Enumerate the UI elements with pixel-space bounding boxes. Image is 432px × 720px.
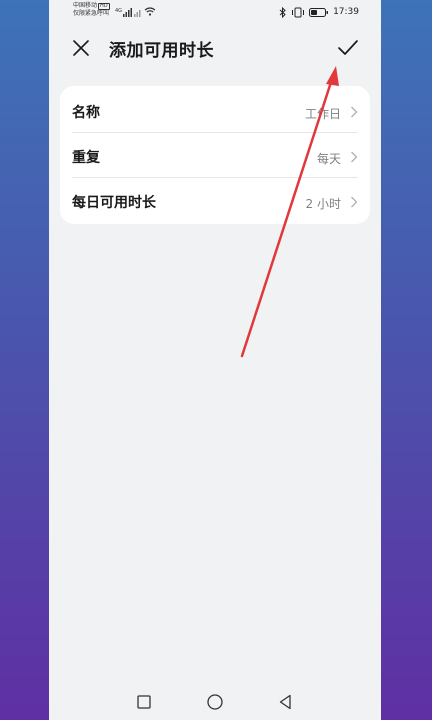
confirm-button[interactable] <box>337 38 359 58</box>
setting-row-repeat[interactable]: 重复 每天 <box>60 133 370 178</box>
vibrate-icon <box>292 7 305 17</box>
bluetooth-icon <box>279 6 286 18</box>
circle-icon <box>207 694 223 710</box>
signal-wifi-icon: 4G <box>115 7 156 17</box>
header-bar: 添加可用时长 <box>49 28 381 68</box>
phone-screen: 中国移动 HD 仅限紧急呼叫 4G 17:39 添加可用时长 名称 工作日 重复… <box>49 0 381 720</box>
emergency-only-label: 仅限紧急呼叫 <box>73 10 110 17</box>
network-type-label: 4G <box>115 8 122 14</box>
setting-value: 工作日 <box>304 107 341 121</box>
page-title: 添加可用时长 <box>109 41 214 61</box>
carrier-name: 中国移动 <box>73 2 98 9</box>
close-icon <box>73 40 89 56</box>
back-button[interactable] <box>276 692 296 712</box>
square-icon <box>137 695 151 709</box>
battery-icon <box>309 7 329 17</box>
setting-row-daily-duration[interactable]: 每日可用时长 2 小时 <box>60 178 370 223</box>
chevron-right-icon <box>351 196 358 208</box>
check-icon <box>338 40 358 55</box>
carrier-info: 中国移动 HD 仅限紧急呼叫 <box>73 2 110 18</box>
status-right-icons: 17:39 <box>279 5 359 19</box>
setting-label: 名称 <box>72 105 100 121</box>
signal-icons: 4G <box>115 4 165 18</box>
settings-card: 名称 工作日 重复 每天 每日可用时长 2 小时 <box>60 86 370 224</box>
chevron-right-icon <box>351 106 358 118</box>
recent-apps-button[interactable] <box>134 692 154 712</box>
system-nav-bar <box>49 686 381 718</box>
setting-label: 重复 <box>72 150 100 166</box>
status-time: 17:39 <box>333 7 359 17</box>
setting-row-name[interactable]: 名称 工作日 <box>60 88 370 133</box>
home-button[interactable] <box>205 692 225 712</box>
hd-badge: HD <box>98 3 110 10</box>
setting-label: 每日可用时长 <box>72 195 156 211</box>
chevron-right-icon <box>351 151 358 163</box>
setting-value: 2 小时 <box>305 197 341 211</box>
close-button[interactable] <box>71 38 91 58</box>
triangle-back-icon <box>279 694 291 710</box>
setting-value: 每天 <box>316 152 341 166</box>
status-bar: 中国移动 HD 仅限紧急呼叫 4G 17:39 <box>49 0 381 24</box>
